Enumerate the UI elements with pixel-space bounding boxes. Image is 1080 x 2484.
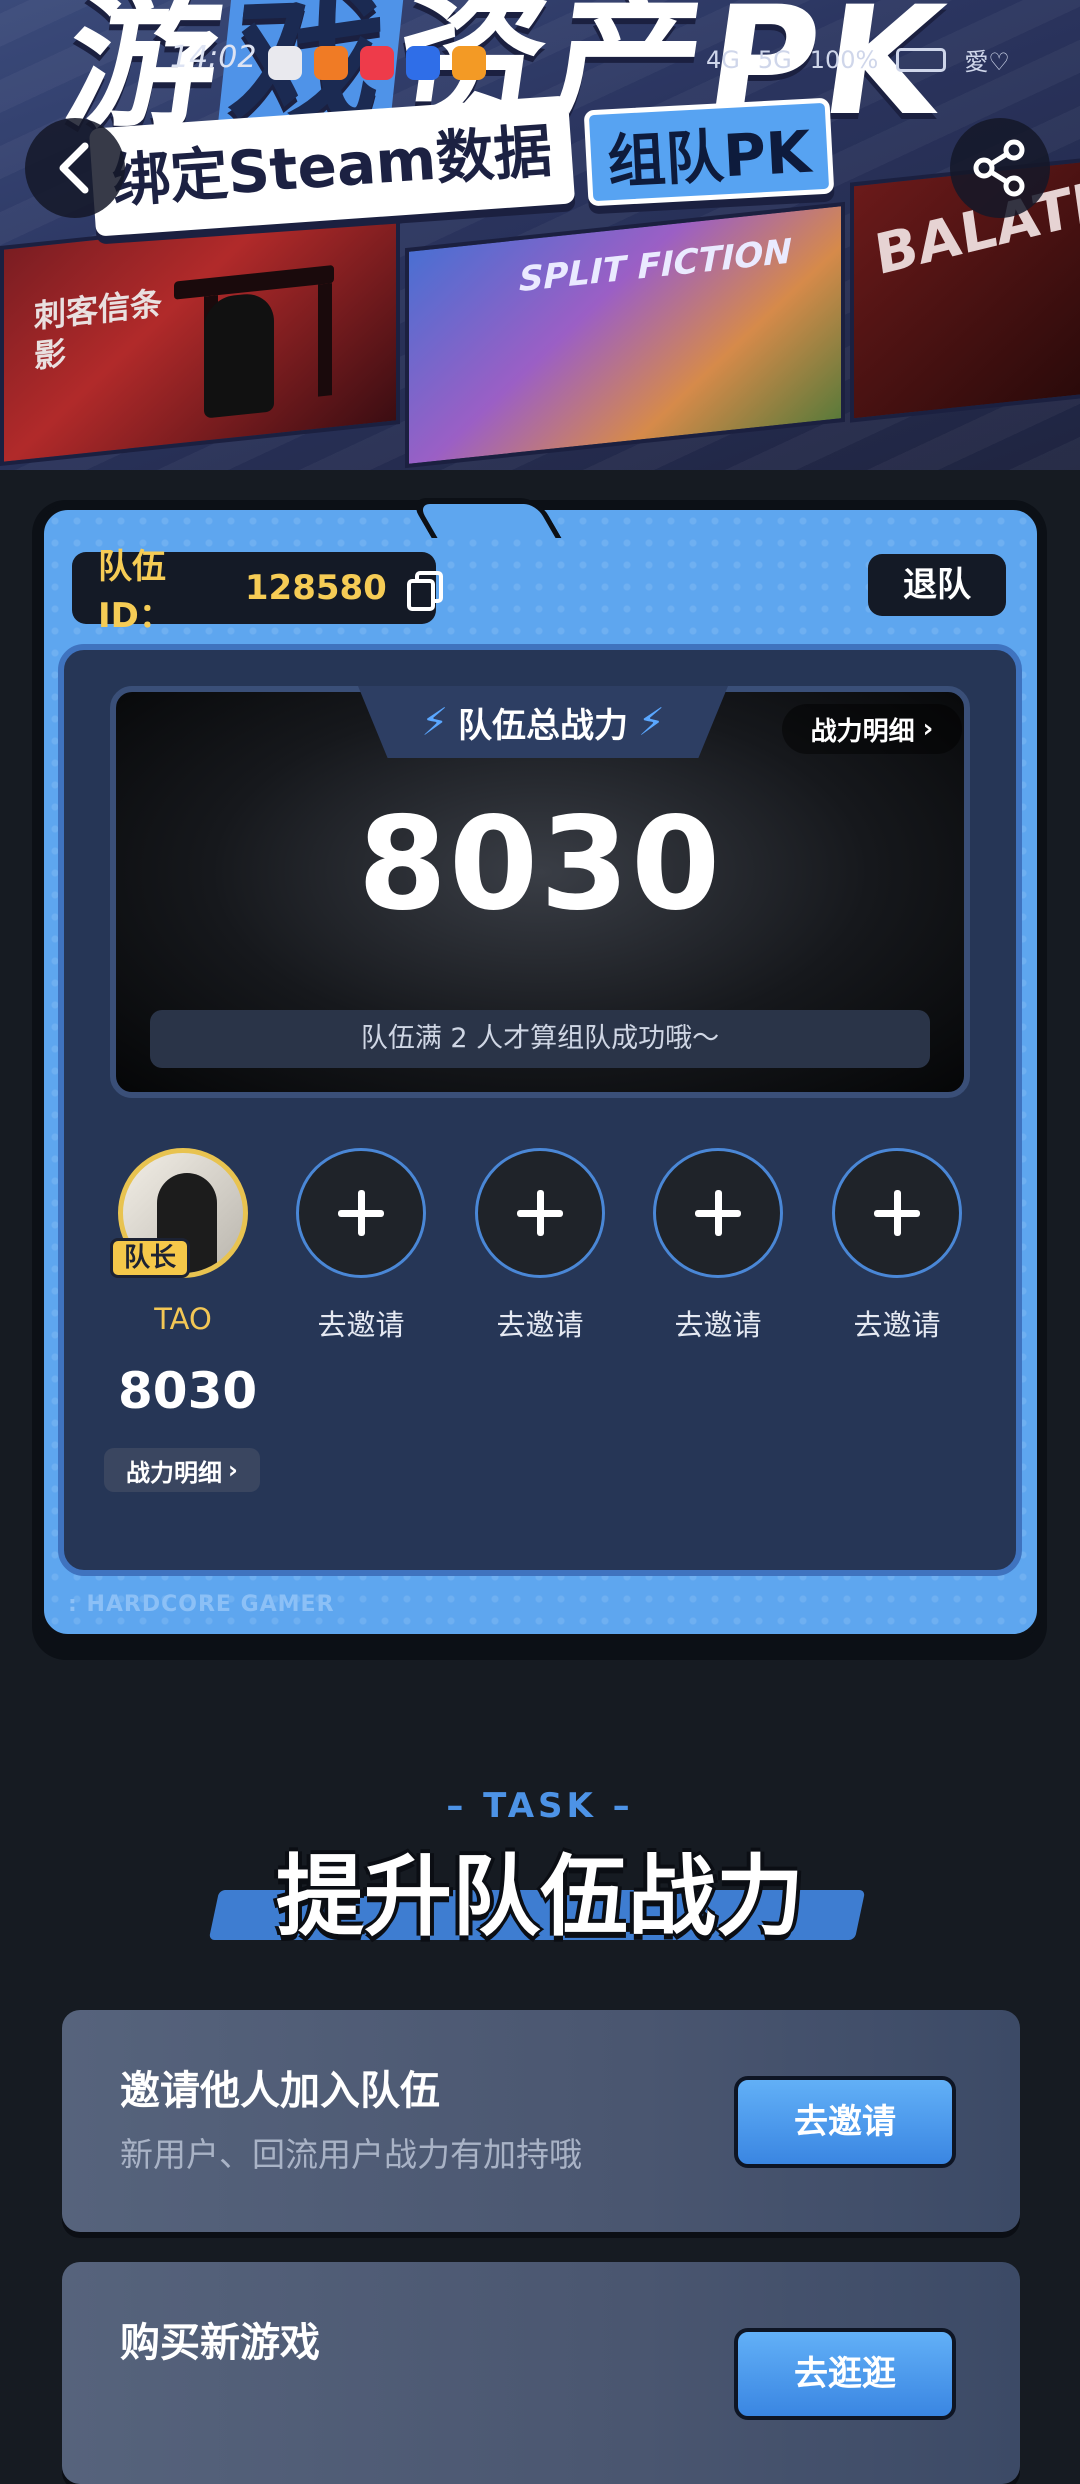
task-title: 提升队伍战力 (275, 1845, 804, 1948)
share-icon (973, 139, 1025, 197)
network-label-2: 5G (757, 45, 792, 74)
carrier-label: 愛♡ (964, 48, 1010, 76)
invite-slot-label: 去邀请 (317, 1308, 405, 1342)
task-title-text: 邀请他人加入队伍 (120, 2068, 440, 2114)
team-id-label: 队伍ID： (98, 547, 173, 636)
status-bar: 14:02 4G 5G 100% 愛♡ (0, 40, 1080, 90)
power-title: 队伍总战力 (458, 705, 628, 746)
game-art-label: SPLIT FICTION (519, 231, 792, 301)
card-tab-decoration (408, 498, 562, 538)
plus-icon (517, 1190, 563, 1236)
task-subtitle-text: 新用户、回流用户战力有加持哦 (120, 2135, 582, 2174)
team-id-box[interactable]: 队伍ID： 128580 (72, 547, 444, 636)
chevron-right-icon: › (922, 714, 934, 744)
chevron-right-icon: › (228, 1456, 238, 1484)
game-art-label: 刺客信条 影 (34, 283, 163, 376)
invite-slot-label: 去邀请 (674, 1308, 762, 1342)
lightning-icon: ⚡ (421, 700, 448, 744)
task-invite-button[interactable]: 去邀请 (734, 2076, 956, 2168)
task-title-text: 购买新游戏 (120, 2320, 320, 2366)
power-detail-link[interactable]: 战力明细 › (782, 704, 962, 754)
invite-slot-label: 去邀请 (853, 1308, 941, 1342)
ninja-figure-graphic (204, 291, 274, 419)
battery-text: 100% (809, 45, 879, 74)
power-detail-label: 战力明细 (810, 716, 915, 747)
status-notification-icons (268, 46, 486, 80)
chevron-left-icon (59, 142, 89, 194)
member-score: 8030 (118, 1362, 258, 1420)
notification-app-icon (360, 46, 394, 80)
hero-banner: 游戏资产PK 刺客信条 影 SPLIT FICTION BALATRO 绑定St… (0, 0, 1080, 470)
notification-app-icon (268, 46, 302, 80)
quit-team-button[interactable]: 退队 (868, 554, 1006, 616)
team-requirement-note: 队伍满 2 人才算组队成功哦～ (150, 1010, 930, 1068)
notification-app-icon (406, 46, 440, 80)
member-name: TAO (154, 1302, 212, 1336)
hero-tag-team-pk: 组队PK (583, 97, 835, 207)
status-time: 14:02 (170, 40, 257, 75)
status-right-icons: 4G 5G 100% 愛♡ (706, 42, 1010, 77)
invite-slot-button[interactable] (296, 1148, 426, 1278)
notification-app-icon (452, 46, 486, 80)
game-art-assassins-creed: 刺客信条 影 (0, 203, 400, 467)
plus-icon (338, 1190, 384, 1236)
battery-icon (896, 47, 947, 72)
plus-icon (874, 1190, 920, 1236)
team-id-value: 128580 (244, 568, 387, 608)
plus-icon (695, 1190, 741, 1236)
task-card-buy-game: 购买新游戏 去逛逛 (62, 2262, 1020, 2484)
task-card-invite: 邀请他人加入队伍 新用户、回流用户战力有加持哦 去邀请 (62, 2010, 1020, 2232)
member-power-detail-button[interactable]: 战力明细 › (104, 1448, 260, 1492)
power-title-tab: ⚡ 队伍总战力 ⚡ (358, 686, 728, 758)
task-browse-button[interactable]: 去逛逛 (734, 2328, 956, 2420)
member-detail-label: 战力明细 (126, 1458, 223, 1487)
network-label: 4G (706, 45, 740, 74)
invite-slot-label: 去邀请 (496, 1308, 584, 1342)
invite-slot-button[interactable] (475, 1148, 605, 1278)
invite-slot-button[interactable] (832, 1148, 962, 1278)
leader-badge: 队长 (110, 1238, 190, 1278)
copy-icon[interactable] (406, 571, 444, 611)
total-power-value: 8030 (357, 790, 723, 939)
card-footer-text: : HARDCORE GAMER (68, 1592, 335, 1617)
task-kicker: – TASK – (446, 1786, 634, 1826)
game-art-split-fiction: SPLIT FICTION (405, 201, 845, 469)
lightning-icon: ⚡ (638, 700, 665, 744)
invite-slot-button[interactable] (653, 1148, 783, 1278)
share-button[interactable] (950, 118, 1050, 218)
notification-app-icon (314, 46, 348, 80)
back-button[interactable] (25, 118, 125, 218)
